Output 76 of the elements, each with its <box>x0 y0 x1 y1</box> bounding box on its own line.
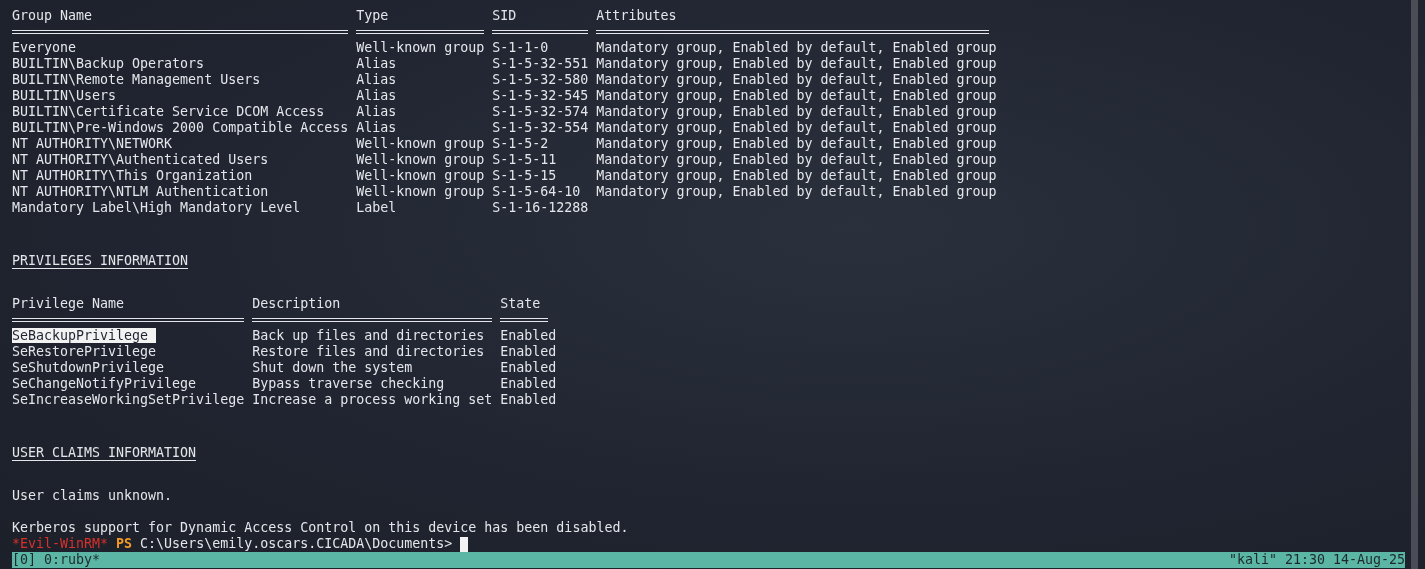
output-text: User claims unknown. <box>12 488 173 504</box>
table-cell: SeIncreaseWorkingSetPrivilege <box>12 392 245 407</box>
table-cell-text: BUILTIN\Remote Management Users <box>12 72 262 88</box>
table-cell-text: NT AUTHORITY\NETWORK <box>12 136 174 152</box>
column-header: Privilege Name <box>12 296 126 312</box>
table-cell-text: S-1-5-11 <box>492 152 558 168</box>
table-cell-text: BUILTIN\Pre-Windows 2000 Compatible Access <box>12 120 350 136</box>
table-cell: Enabled <box>500 392 557 408</box>
table-cell-text: BUILTIN\Users <box>12 88 118 104</box>
table-cell: Mandatory group, Enabled by default, Enabled group <box>596 120 997 136</box>
table-cell-text: S-1-5-15 <box>492 168 558 184</box>
table-cell-text: Well-known group <box>356 40 486 56</box>
table-cell: Mandatory group, Enabled by default, Enabled group <box>596 56 997 72</box>
table-cell: SeBackupPrivilege <box>12 328 157 343</box>
prompt-label: *Evil-WinRM* <box>12 536 109 552</box>
table-cell: Mandatory group, Enabled by default, Enabled group <box>596 88 997 104</box>
table-cell-text: Label <box>356 200 398 216</box>
column-header: Description <box>252 296 342 312</box>
text-cursor <box>460 536 469 552</box>
table-cell: Enabled <box>500 328 557 344</box>
table-cell-text: Alias <box>356 104 398 120</box>
table-cell: Mandatory group, Enabled by default, Enabled group <box>596 168 997 184</box>
table-cell-text: NT AUTHORITY\This Organization <box>12 168 254 184</box>
table-cell-text: S-1-5-2 <box>492 136 550 152</box>
scrollbar[interactable] <box>1411 0 1418 569</box>
table-cell: Enabled <box>500 376 557 392</box>
table-cell-text: Well-known group <box>356 168 486 184</box>
column-header: Group Name <box>12 8 94 24</box>
table-cell-text: NT AUTHORITY\NTLM Authentication <box>12 184 270 200</box>
table-cell-text: Everyone <box>12 40 78 56</box>
table-cell-text: Alias <box>356 72 398 88</box>
table-cell-text: Shut down the system <box>252 360 414 376</box>
table-cell-text: S-1-5-32-574 <box>492 104 590 120</box>
section-heading: PRIVILEGES INFORMATION <box>12 253 189 269</box>
table-cell-text: S-1-5-32-545 <box>492 88 590 104</box>
column-header: SID <box>492 8 518 24</box>
table-cell: Mandatory group, Enabled by default, Enabled group <box>596 104 997 120</box>
table-cell-text: BUILTIN\Certificate Service DCOM Access <box>12 104 326 120</box>
status-info: "kali" 21:30 14-Aug-25 <box>1228 552 1405 568</box>
table-cell: SeChangeNotifyPrivilege <box>12 376 197 391</box>
table-cell: Mandatory group, Enabled by default, Enabled group <box>596 152 997 168</box>
table-cell-text: S-1-5-32-580 <box>492 72 590 88</box>
table-cell-text: S-1-5-64-10 <box>492 184 582 200</box>
table-cell-text: S-1-5-32-554 <box>492 120 590 136</box>
table-cell: SeRestorePrivilege <box>12 344 157 359</box>
column-header: Type <box>356 8 390 24</box>
output-text: Kerberos support for Dynamic Access Control on this device has been disabled. <box>12 520 629 536</box>
table-cell: Mandatory group, Enabled by default, Enabled group <box>596 40 997 56</box>
table-cell-text: Well-known group <box>356 184 486 200</box>
table-cell: Mandatory group, Enabled by default, Enabled group <box>596 136 997 152</box>
table-cell-text: NT AUTHORITY\Authenticated Users <box>12 152 270 168</box>
session-label[interactable]: [0] 0:ruby* <box>12 552 101 568</box>
table-cell: SeShutdownPrivilege <box>12 360 165 375</box>
table-cell-text: Mandatory Label\High Mandatory Level <box>12 200 302 216</box>
section-heading: USER CLAIMS INFORMATION <box>12 445 197 461</box>
table-cell: Mandatory group, Enabled by default, Enabled group <box>596 72 997 88</box>
prompt-shell: PS <box>116 536 133 552</box>
table-cell-text: Well-known group <box>356 152 486 168</box>
table-cell-text: S-1-1-0 <box>492 40 550 56</box>
prompt-path: C:\Users\emily.oscars.CICADA\Documents> <box>140 536 453 552</box>
table-cell-text: Well-known group <box>356 136 486 152</box>
table-cell-text: BUILTIN\Backup Operators <box>12 56 206 72</box>
table-cell: Mandatory group, Enabled by default, Enabled group <box>596 184 997 200</box>
table-cell-text: Bypass traverse checking <box>252 376 446 392</box>
table-cell-text: Increase a process working set <box>252 392 494 408</box>
table-cell-text: Alias <box>356 88 398 104</box>
table-cell-text: Alias <box>356 120 398 136</box>
column-header: Attributes <box>596 8 678 24</box>
table-cell-text: Alias <box>356 56 398 72</box>
column-header: State <box>500 296 542 312</box>
table-cell: Enabled <box>500 344 557 360</box>
table-cell-text: Back up files and directories <box>252 328 486 344</box>
table-cell-text: S-1-5-32-551 <box>492 56 590 72</box>
table-cell-text: S-1-16-12288 <box>492 200 590 216</box>
table-cell: Enabled <box>500 360 557 376</box>
table-cell-text: Restore files and directories <box>252 344 486 360</box>
